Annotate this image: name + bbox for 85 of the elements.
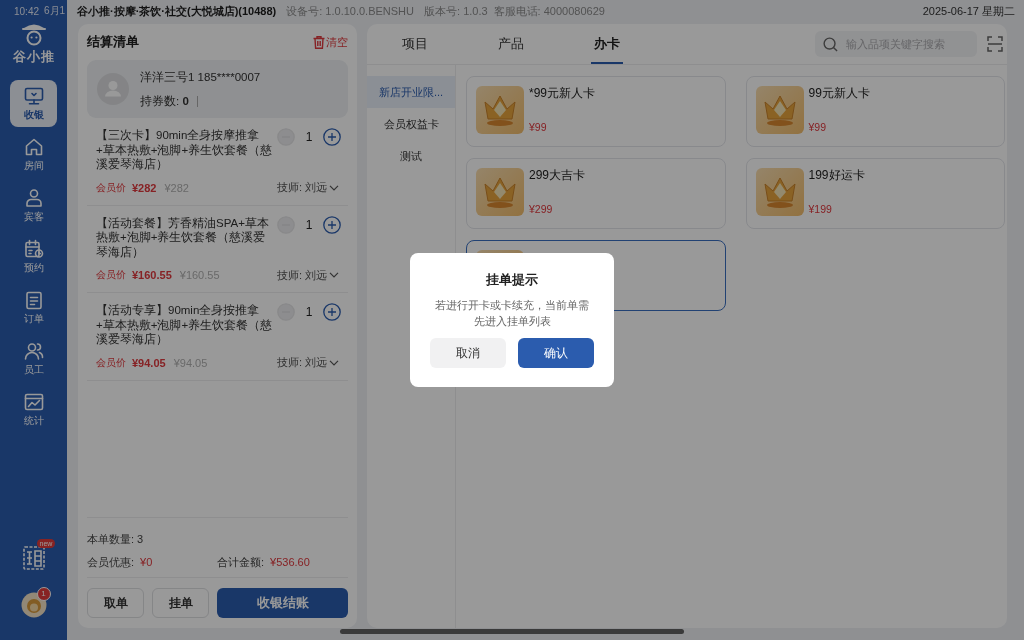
- discount-label: 会员优惠:: [87, 555, 135, 570]
- confirm-button[interactable]: 确认: [518, 338, 594, 368]
- card-price: ¥199: [808, 203, 833, 216]
- card-name: *99元新人卡: [529, 86, 596, 100]
- dialog-message: 若进行开卡或卡续充，当前单需先进入挂单列表: [434, 298, 590, 329]
- card-name: 199好运卡: [808, 168, 865, 182]
- item-title: 【活动套餐】芳香精油SPA+草本热敷+泡脚+养生饮套餐（慈溪爱琴海店）: [96, 215, 270, 259]
- total-label: 合计金额:: [217, 555, 265, 570]
- nav-item[interactable]: 收银: [10, 80, 57, 127]
- membership-card[interactable]: 299大吉卡 ¥299: [466, 158, 726, 229]
- category-item[interactable]: 测试: [367, 140, 455, 172]
- chevron-down-icon: [329, 272, 339, 278]
- people-icon: [23, 341, 44, 361]
- calendar-icon: [23, 239, 44, 259]
- item-title: 【活动专享】90min全身按推拿+草本热敷+泡脚+养生饮套餐（慈溪爱琴海店）: [96, 303, 274, 347]
- total-amount: ¥536.60: [270, 555, 310, 570]
- status-date: 6月1: [44, 4, 66, 18]
- chevron-down-icon: [329, 184, 339, 191]
- cancel-button[interactable]: 取消: [430, 338, 506, 368]
- checkout-button[interactable]: 收银结账: [217, 588, 348, 618]
- member-price: ¥94.05: [132, 356, 166, 369]
- membership-card[interactable]: *99元新人卡 ¥99: [466, 76, 726, 147]
- status-time: 10:42: [14, 5, 40, 17]
- crown-icon: [755, 168, 804, 216]
- crown-icon: [476, 86, 524, 134]
- quantity: 1: [305, 130, 313, 144]
- plus-circle-icon[interactable]: [323, 303, 341, 321]
- search-icon: [823, 36, 838, 52]
- card-name: 299大吉卡: [529, 168, 586, 182]
- nav-item[interactable]: 房间: [10, 131, 57, 178]
- nav-item[interactable]: 预约: [10, 233, 57, 280]
- card-price: ¥99: [808, 121, 828, 134]
- card-name: 99元新人卡: [808, 86, 870, 100]
- nav-item[interactable]: 统计: [10, 386, 57, 433]
- house-icon: [23, 137, 44, 157]
- plus-circle-icon[interactable]: [323, 215, 341, 234]
- tab[interactable]: 项目: [367, 24, 463, 64]
- nav-item[interactable]: 宾客: [10, 182, 57, 229]
- member-price-label: 会员价: [96, 180, 126, 195]
- panel-title: 结算清单: [87, 33, 139, 51]
- member-name: 洋洋三号1 185****0007: [140, 70, 261, 84]
- tab[interactable]: 产品: [463, 24, 559, 64]
- member-price: ¥160.55: [132, 269, 172, 281]
- card-price: ¥299: [529, 203, 554, 216]
- therapist-select[interactable]: 技师: 刘远: [276, 355, 339, 370]
- coupon-count: 持券数: 0: [140, 94, 189, 108]
- member-price-label: 会员价: [96, 355, 126, 370]
- ledger-icon[interactable]: [22, 544, 45, 570]
- dialog-title: 挂单提示: [486, 271, 538, 289]
- quantity: 1: [305, 217, 313, 232]
- quantity: 1: [305, 305, 313, 319]
- mascot-logo-icon: [20, 22, 47, 46]
- member-price-label: 会员价: [96, 268, 126, 282]
- store-name: 谷小推·按摩·茶饮·社交(大悦城店)(10488): [77, 3, 277, 19]
- avatar-icon[interactable]: [20, 592, 47, 618]
- member-price: ¥282: [132, 181, 157, 194]
- person-icon: [23, 188, 44, 208]
- nav-item[interactable]: 订单: [10, 284, 57, 331]
- item-title: 【三次卡】90min全身按摩推拿+草本热敷+泡脚+养生饮套餐（慈溪爱琴海店）: [96, 128, 274, 172]
- nav-item[interactable]: 员工: [10, 335, 57, 382]
- monitor-icon: [23, 86, 44, 106]
- chart-icon: [23, 392, 44, 412]
- therapist-select[interactable]: 技师: 刘远: [276, 180, 339, 195]
- retrieve-order-button[interactable]: 取单: [87, 588, 144, 618]
- chevron-down-icon: [329, 359, 339, 366]
- plus-circle-icon[interactable]: [323, 128, 341, 146]
- item-count: 本单数量: 3: [87, 532, 145, 547]
- trash-icon: [313, 35, 325, 49]
- logo-text: 谷小推: [12, 49, 55, 64]
- crown-icon: [476, 168, 524, 216]
- membership-card[interactable]: 199好运卡 ¥199: [745, 158, 1005, 229]
- membership-card[interactable]: 99元新人卡 ¥99: [745, 76, 1005, 147]
- discount-amount: ¥0: [140, 555, 153, 570]
- notification-badge: 1: [36, 587, 51, 601]
- therapist-select[interactable]: 技师: 刘远: [276, 267, 339, 283]
- date-time: 2025-06-17 星期二: [922, 3, 1015, 19]
- category-item[interactable]: 新店开业限...: [367, 76, 455, 108]
- clear-button[interactable]: 清空: [313, 34, 348, 50]
- hold-order-button[interactable]: 挂单: [152, 588, 209, 618]
- tab[interactable]: 办卡: [559, 24, 655, 64]
- card-price: ¥99: [529, 121, 548, 134]
- category-item[interactable]: 会员权益卡: [367, 108, 455, 140]
- crown-icon: [755, 86, 804, 134]
- clipboard-icon: [23, 290, 44, 310]
- scan-icon[interactable]: [987, 36, 1003, 52]
